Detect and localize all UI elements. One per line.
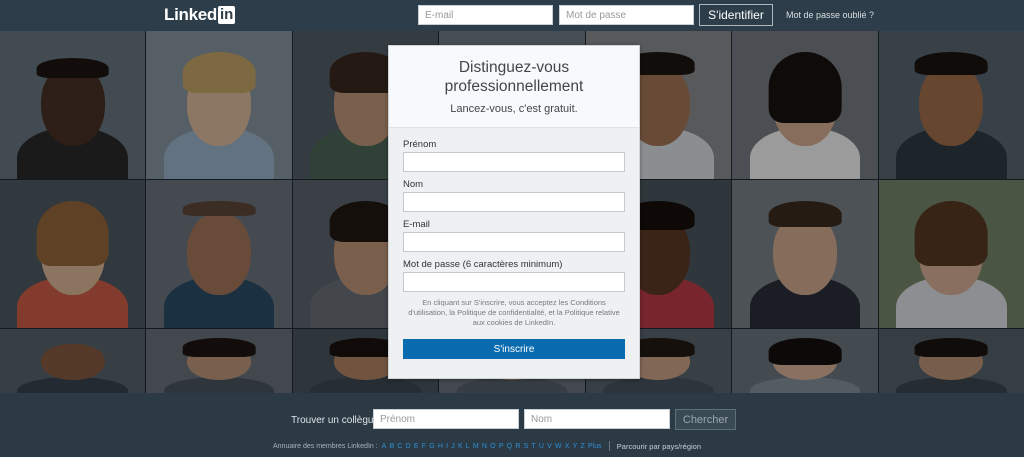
footer-divider	[608, 441, 610, 451]
forgot-password-link[interactable]: Mot de passe oublié ?	[786, 10, 874, 20]
signup-title: Distinguez-vous professionnellement	[444, 59, 584, 95]
member-photo	[878, 329, 1024, 393]
password-field[interactable]	[403, 272, 625, 292]
member-photo	[732, 329, 878, 393]
directory-letter-link[interactable]: C	[397, 443, 402, 450]
member-photo	[732, 180, 878, 328]
member-photo	[146, 31, 292, 179]
directory-letter-link[interactable]: Y	[573, 443, 578, 450]
directory-letter-link[interactable]: A	[382, 443, 387, 450]
directory-letter-link[interactable]: E	[414, 443, 419, 450]
signup-card: Distinguez-vous professionnellement Lanc…	[388, 45, 640, 379]
directory-letter-link[interactable]: U	[539, 443, 544, 450]
firstname-field[interactable]	[403, 152, 625, 172]
directory-letter-link[interactable]: G	[429, 443, 434, 450]
directory-letter-link[interactable]: J	[451, 443, 455, 450]
directory-letter-link[interactable]: O	[490, 443, 495, 450]
signup-header: Distinguez-vous professionnellement Lanc…	[389, 46, 639, 128]
signin-email-input[interactable]	[418, 5, 553, 25]
email-label: E-mail	[403, 219, 430, 230]
directory-letter-link[interactable]: L	[466, 443, 470, 450]
member-photo	[146, 329, 292, 393]
member-photo	[0, 31, 146, 179]
directory-letters: A B C D E F G H I J K L M N O P Q R S T U V W X Y Z Plus	[382, 443, 605, 450]
directory-more-link[interactable]: Plus	[588, 443, 602, 450]
directory-letter-link[interactable]: M	[473, 443, 479, 450]
directory-letter-link[interactable]: P	[499, 443, 504, 450]
signup-subtitle: Lancez-vous, c'est gratuit.	[450, 103, 578, 115]
directory-letter-link[interactable]: V	[547, 443, 552, 450]
lastname-label: Nom	[403, 179, 424, 190]
linkedin-logo-icon[interactable]: Linked in	[164, 5, 236, 25]
directory-letter-link[interactable]: B	[390, 443, 395, 450]
password-label: Mot de passe (6 caractères minimum)	[403, 259, 563, 270]
top-navbar: Linked in S'identifier Mot de passe oubl…	[0, 0, 1024, 31]
directory-letter-link[interactable]: D	[406, 443, 411, 450]
logo-in-badge: in	[218, 6, 236, 24]
terms-text: En cliquant sur S'inscrire, vous accepte…	[408, 298, 620, 327]
directory-letter-link[interactable]: R	[515, 443, 520, 450]
member-directory: Annuaire des membres LinkedIn : ABCDEFGH…	[273, 441, 701, 451]
directory-letter-link[interactable]: K	[458, 443, 463, 450]
directory-letter-link[interactable]: N	[482, 443, 487, 450]
directory-letter-link[interactable]: Z	[581, 443, 585, 450]
directory-label: Annuaire des membres LinkedIn :	[273, 442, 378, 450]
directory-letter-link[interactable]: F	[422, 443, 426, 450]
colleague-lastname-input[interactable]	[524, 409, 670, 429]
signup-form: Prénom Nom E-mail Mot de passe (6 caract…	[389, 128, 639, 359]
footer: Trouver un collègue Chercher Annuaire de…	[0, 393, 1024, 457]
member-photo	[0, 180, 146, 328]
email-field[interactable]	[403, 232, 625, 252]
firstname-label: Prénom	[403, 139, 437, 150]
directory-letter-link[interactable]: X	[565, 443, 570, 450]
member-photo	[732, 31, 878, 179]
directory-letter-link[interactable]: I	[446, 443, 448, 450]
directory-letter-link[interactable]: W	[555, 443, 562, 450]
directory-letter-link[interactable]: H	[438, 443, 443, 450]
browse-by-country-link[interactable]: Parcourir par pays/région	[617, 442, 701, 451]
search-button[interactable]: Chercher	[675, 409, 736, 430]
member-photo	[0, 329, 146, 393]
lastname-field[interactable]	[403, 192, 625, 212]
signup-button[interactable]: S'inscrire	[403, 339, 625, 359]
directory-letter-link[interactable]: Q	[507, 443, 512, 450]
member-photo	[878, 180, 1024, 328]
colleague-firstname-input[interactable]	[373, 409, 519, 429]
find-colleague-label: Trouver un collègue	[291, 415, 380, 426]
signin-password-input[interactable]	[559, 5, 694, 25]
member-photo	[878, 31, 1024, 179]
directory-letter-link[interactable]: T	[531, 443, 535, 450]
logo-text: Linked	[164, 5, 217, 24]
member-photo	[146, 180, 292, 328]
signin-button[interactable]: S'identifier	[699, 4, 773, 26]
directory-letter-link[interactable]: S	[524, 443, 529, 450]
